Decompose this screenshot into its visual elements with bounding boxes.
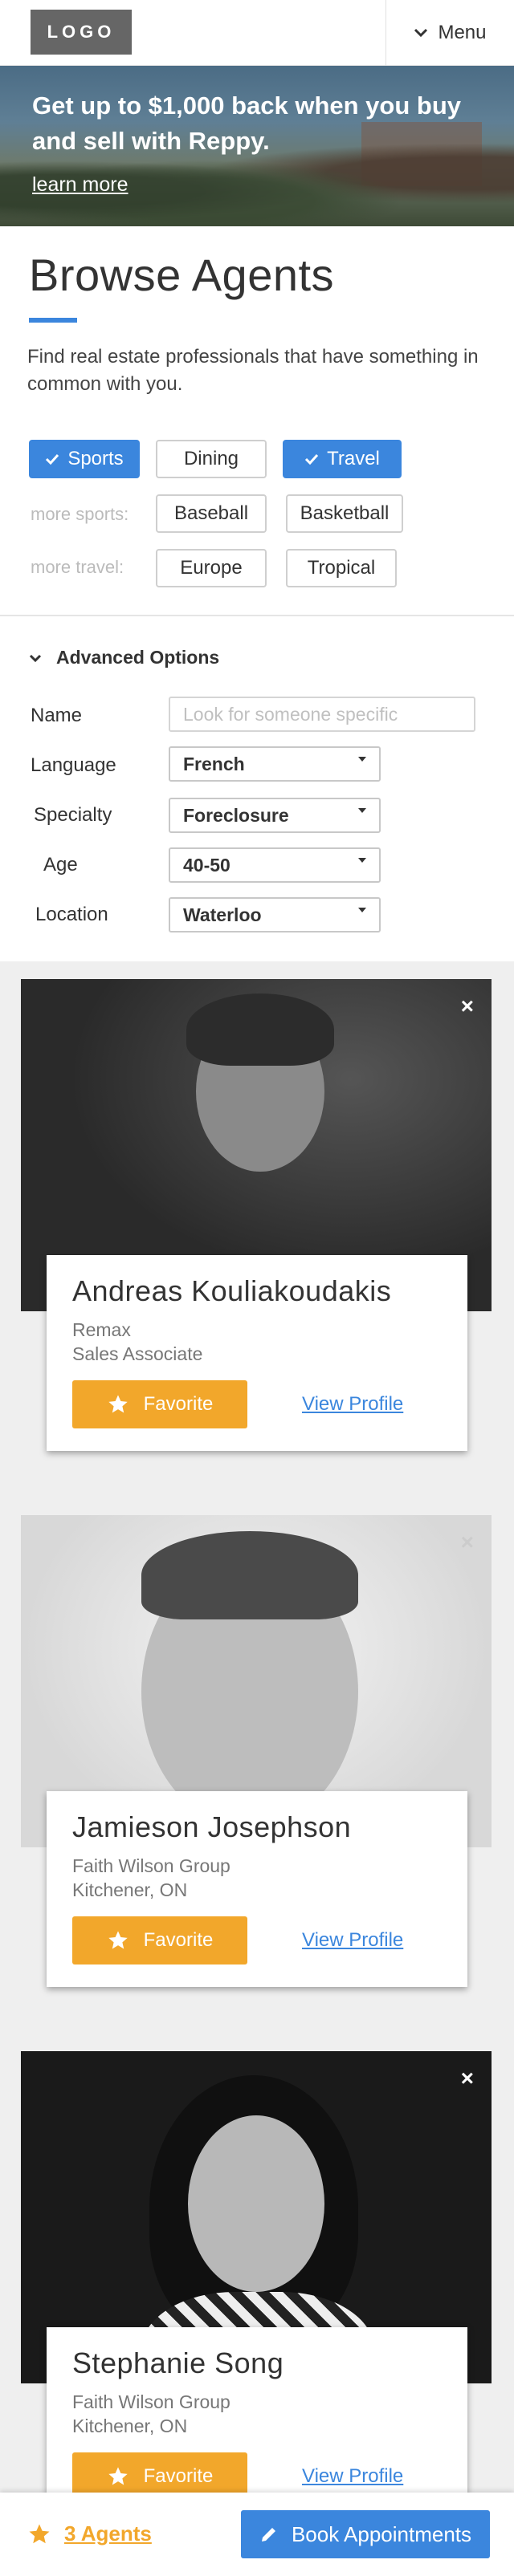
sub-chip-europe[interactable]: Europe	[156, 549, 267, 587]
star-icon	[29, 2524, 50, 2543]
interest-chip-sports[interactable]: Sports	[29, 440, 140, 478]
view-profile-link[interactable]: View Profile	[302, 2465, 403, 2488]
language-label: Language	[31, 754, 116, 776]
favorite-label: Favorite	[143, 1929, 214, 1951]
age-label: Age	[43, 854, 78, 876]
chip-label: Basketball	[300, 502, 390, 524]
agent-name: Stephanie Song	[72, 2346, 284, 2379]
checkmark-icon	[305, 453, 319, 465]
book-appointments-button[interactable]: Book Appointments	[241, 2510, 490, 2558]
advanced-options-heading: Advanced Options	[56, 647, 220, 668]
favorite-button[interactable]: Favorite	[72, 1916, 247, 1965]
title-underline	[29, 318, 77, 323]
view-profile-link[interactable]: View Profile	[302, 1929, 403, 1952]
agent-location: Kitchener, ON	[72, 2416, 188, 2436]
chip-label: Sports	[67, 448, 124, 469]
interest-chip-dining[interactable]: Dining	[156, 440, 267, 478]
book-appointments-label: Book Appointments	[291, 2521, 472, 2546]
agent-hair-image	[141, 1531, 358, 1619]
more-sports-label: more sports:	[31, 504, 129, 524]
section-divider	[0, 615, 514, 616]
agent-face-image	[188, 2115, 324, 2292]
agent-name: Jamieson Josephson	[72, 1810, 352, 1843]
menu-button[interactable]: Menu	[386, 0, 514, 66]
agent-title: Sales Associate	[72, 1343, 203, 1364]
intro-text: Find real estate professionals that have…	[27, 346, 479, 395]
agent-company: Faith Wilson Group	[72, 2391, 230, 2412]
age-value: 40-50	[183, 854, 230, 876]
site-header: LOGO Menu	[0, 0, 514, 66]
promo-banner: Get up to $1,000 back when you buy and s…	[0, 66, 514, 226]
caret-down-icon	[358, 757, 366, 762]
chevron-down-icon	[29, 654, 42, 662]
promo-title: Get up to $1,000 back when you buy and s…	[32, 91, 462, 155]
bottom-action-bar: 3 Agents Book Appointments	[0, 2493, 514, 2576]
language-value: French	[183, 753, 245, 774]
agents-count-label: 3 Agents	[64, 2521, 152, 2546]
specialty-value: Foreclosure	[183, 804, 289, 826]
chip-label: Baseball	[173, 502, 249, 524]
sub-chip-baseball[interactable]: Baseball	[156, 494, 267, 533]
caret-down-icon	[358, 858, 366, 863]
specialty-label: Specialty	[34, 804, 112, 826]
chip-label: Tropical	[307, 557, 376, 579]
star-icon	[108, 2467, 128, 2485]
specialty-select[interactable]: Foreclosure	[169, 798, 381, 833]
location-value: Waterloo	[183, 904, 262, 925]
favorite-label: Favorite	[143, 1393, 214, 1415]
chevron-down-icon	[414, 28, 428, 38]
learn-more-link[interactable]: learn more	[32, 173, 128, 197]
agent-name: Andreas Kouliakoudakis	[72, 1274, 392, 1307]
logo[interactable]: LOGO	[31, 10, 132, 55]
favorited-agents-link[interactable]: 3 Agents	[27, 2521, 152, 2546]
sub-chip-tropical[interactable]: Tropical	[286, 549, 397, 587]
view-profile-link[interactable]: View Profile	[302, 1393, 403, 1416]
caret-down-icon	[358, 908, 366, 912]
agent-card: Jamieson Josephson Faith Wilson Group Ki…	[47, 1791, 467, 1987]
close-icon[interactable]: ×	[461, 2066, 474, 2091]
sub-chip-basketball[interactable]: Basketball	[286, 494, 403, 533]
chip-label: Travel	[327, 448, 380, 469]
agent-company: Remax	[72, 1319, 131, 1340]
more-travel-label: more travel:	[31, 557, 124, 577]
chip-label: Dining	[183, 448, 239, 469]
favorite-label: Favorite	[143, 2465, 214, 2487]
advanced-options-toggle[interactable]: Advanced Options	[29, 647, 219, 668]
agent-hair-image	[186, 993, 334, 1066]
star-icon	[108, 1395, 128, 1413]
close-icon[interactable]: ×	[461, 1530, 474, 1555]
name-search-input[interactable]: Look for someone specific	[169, 697, 475, 732]
caret-down-icon	[358, 808, 366, 813]
age-select[interactable]: 40-50	[169, 847, 381, 883]
page-title: Browse Agents	[29, 250, 335, 300]
agent-card: Andreas Kouliakoudakis Remax Sales Assoc…	[47, 1255, 467, 1451]
name-input-placeholder: Look for someone specific	[183, 703, 398, 725]
favorite-button[interactable]: Favorite	[72, 1380, 247, 1428]
menu-label: Menu	[438, 22, 487, 43]
checkmark-icon	[46, 453, 59, 465]
agent-company: Faith Wilson Group	[72, 1855, 230, 1876]
name-label: Name	[31, 705, 83, 726]
star-icon	[108, 1931, 128, 1949]
agent-listing: × Andreas Kouliakoudakis Remax Sales Ass…	[0, 961, 514, 2576]
pencil-icon	[261, 2528, 275, 2541]
agent-location: Kitchener, ON	[72, 1879, 188, 1900]
location-label: Location	[35, 904, 108, 925]
close-icon[interactable]: ×	[461, 993, 474, 1019]
chip-label: Europe	[180, 557, 243, 579]
interest-chip-travel[interactable]: Travel	[283, 440, 402, 478]
location-select[interactable]: Waterloo	[169, 897, 381, 932]
language-select[interactable]: French	[169, 746, 381, 782]
